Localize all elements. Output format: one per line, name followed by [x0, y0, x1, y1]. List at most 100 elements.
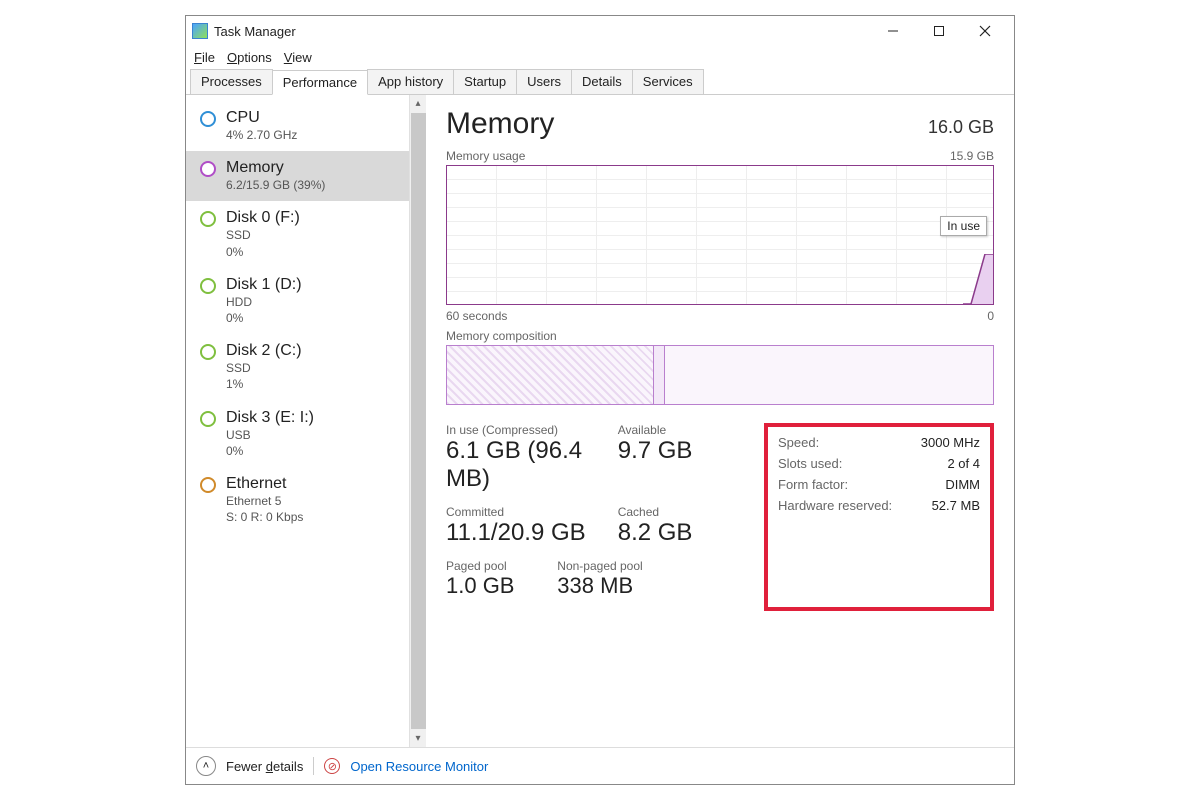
tab-app-history[interactable]: App history: [367, 69, 454, 94]
disk-icon: [200, 278, 216, 294]
chart-x-right: 0: [987, 309, 994, 323]
sidebar-item-sub: USB: [226, 427, 314, 443]
sidebar-item-ethernet[interactable]: Ethernet Ethernet 5 S: 0 R: 0 Kbps: [186, 467, 426, 533]
sidebar-item-sub: SSD: [226, 360, 302, 376]
titlebar[interactable]: Task Manager: [186, 16, 1014, 46]
menu-file[interactable]: File: [194, 50, 215, 65]
info-slots-value: 2 of 4: [947, 456, 980, 471]
composition-modified-segment: [654, 346, 665, 404]
menu-options[interactable]: Options: [227, 50, 272, 65]
tab-processes[interactable]: Processes: [190, 69, 273, 94]
sidebar-item-cpu[interactable]: CPU 4% 2.70 GHz: [186, 101, 426, 151]
fewer-details-label[interactable]: Fewer details: [226, 759, 303, 774]
maximize-icon: [933, 25, 945, 37]
app-icon: [192, 23, 208, 39]
sidebar-item-sub2: S: 0 R: 0 Kbps: [226, 509, 303, 525]
stat-available-value: 9.7 GB: [618, 437, 764, 465]
inuse-tooltip: In use: [940, 216, 987, 236]
sidebar-item-sub2: 1%: [226, 376, 302, 392]
stat-committed-label: Committed: [446, 505, 618, 519]
disk-icon: [200, 344, 216, 360]
stat-nonpaged-label: Non-paged pool: [557, 559, 764, 573]
menu-view[interactable]: View: [284, 50, 312, 65]
tab-details[interactable]: Details: [571, 69, 633, 94]
tab-startup[interactable]: Startup: [453, 69, 517, 94]
memory-info-highlight: Speed: 3000 MHz Slots used: 2 of 4 Form fa…: [764, 423, 994, 611]
task-manager-window: Task Manager File Options View Processes…: [185, 15, 1015, 785]
sidebar-item-sub2: 0%: [226, 244, 300, 260]
info-speed-value: 3000 MHz: [921, 435, 980, 450]
stat-inuse-label: In use (Compressed): [446, 423, 618, 437]
info-form-label: Form factor:: [778, 477, 848, 492]
window-title: Task Manager: [214, 24, 296, 39]
sidebar-item-label: Disk 2 (C:): [226, 342, 302, 360]
info-speed-label: Speed:: [778, 435, 819, 450]
composition-label: Memory composition: [446, 329, 557, 343]
stat-paged-label: Paged pool: [446, 559, 557, 573]
scroll-down-icon[interactable]: ▾: [415, 730, 420, 747]
info-hwres-value: 52.7 MB: [932, 498, 980, 513]
stat-available-label: Available: [618, 423, 764, 437]
disk-icon: [200, 411, 216, 427]
sidebar-item-disk2[interactable]: Disk 2 (C:) SSD 1%: [186, 334, 426, 400]
sidebar-item-sub: HDD: [226, 294, 302, 310]
memory-capacity: 16.0 GB: [928, 117, 994, 138]
footer-divider: [313, 757, 314, 775]
sidebar-item-label: CPU: [226, 109, 297, 127]
info-form-value: DIMM: [945, 477, 980, 492]
composition-inuse-segment: [447, 346, 654, 404]
sidebar-list[interactable]: CPU 4% 2.70 GHz Memory 6.2/15.9 GB (39%)…: [186, 95, 426, 747]
chart-title: Memory usage: [446, 149, 525, 163]
sidebar-item-memory[interactable]: Memory 6.2/15.9 GB (39%): [186, 151, 426, 201]
minimize-button[interactable]: [870, 16, 916, 46]
main-panel: Memory 16.0 GB Memory usage 15.9 GB In u…: [426, 95, 1014, 747]
chart-line: [963, 254, 993, 304]
sidebar-item-label: Ethernet: [226, 475, 303, 493]
stat-paged-value: 1.0 GB: [446, 573, 557, 599]
maximize-button[interactable]: [916, 16, 962, 46]
chart-x-left: 60 seconds: [446, 309, 507, 323]
menubar: File Options View: [186, 46, 1014, 69]
cpu-icon: [200, 111, 216, 127]
sidebar-item-sub2: 0%: [226, 443, 314, 459]
sidebar-item-label: Disk 3 (E: I:): [226, 409, 314, 427]
fewer-details-toggle[interactable]: ˄: [196, 756, 216, 776]
memory-icon: [200, 161, 216, 177]
sidebar: CPU 4% 2.70 GHz Memory 6.2/15.9 GB (39%)…: [186, 95, 426, 747]
resource-monitor-icon: ⊘: [324, 758, 340, 774]
sidebar-item-disk1[interactable]: Disk 1 (D:) HDD 0%: [186, 268, 426, 334]
tabbar: Processes Performance App history Startu…: [186, 69, 1014, 95]
chevron-up-icon: ˄: [203, 760, 209, 772]
ethernet-icon: [200, 477, 216, 493]
sidebar-item-sub: Ethernet 5: [226, 493, 303, 509]
memory-usage-chart[interactable]: In use: [446, 165, 994, 305]
memory-composition-bar[interactable]: [446, 345, 994, 405]
stat-cached-value: 8.2 GB: [618, 519, 764, 547]
open-resource-monitor-link[interactable]: Open Resource Monitor: [350, 759, 488, 774]
info-slots-label: Slots used:: [778, 456, 842, 471]
info-hwres-label: Hardware reserved:: [778, 498, 892, 513]
sidebar-item-label: Disk 0 (F:): [226, 209, 300, 227]
stat-committed-value: 11.1/20.9 GB: [446, 519, 618, 547]
scroll-thumb[interactable]: [411, 113, 426, 729]
stat-nonpaged-value: 338 MB: [557, 573, 764, 599]
sidebar-item-sub: 6.2/15.9 GB (39%): [226, 177, 325, 193]
disk-icon: [200, 211, 216, 227]
tab-users[interactable]: Users: [516, 69, 572, 94]
tab-performance[interactable]: Performance: [272, 70, 368, 95]
close-icon: [979, 25, 991, 37]
sidebar-item-sub: SSD: [226, 227, 300, 243]
sidebar-scrollbar[interactable]: ▴ ▾: [409, 95, 426, 747]
sidebar-item-sub: 4% 2.70 GHz: [226, 127, 297, 143]
page-title: Memory: [446, 107, 554, 141]
tab-services[interactable]: Services: [632, 69, 704, 94]
sidebar-item-label: Disk 1 (D:): [226, 276, 302, 294]
minimize-icon: [887, 25, 899, 37]
scroll-up-icon[interactable]: ▴: [415, 95, 420, 112]
sidebar-item-disk0[interactable]: Disk 0 (F:) SSD 0%: [186, 201, 426, 267]
close-button[interactable]: [962, 16, 1008, 46]
sidebar-item-disk3[interactable]: Disk 3 (E: I:) USB 0%: [186, 401, 426, 467]
stat-cached-label: Cached: [618, 505, 764, 519]
stat-inuse-value: 6.1 GB (96.4 MB): [446, 437, 618, 493]
chart-ymax: 15.9 GB: [950, 149, 994, 163]
